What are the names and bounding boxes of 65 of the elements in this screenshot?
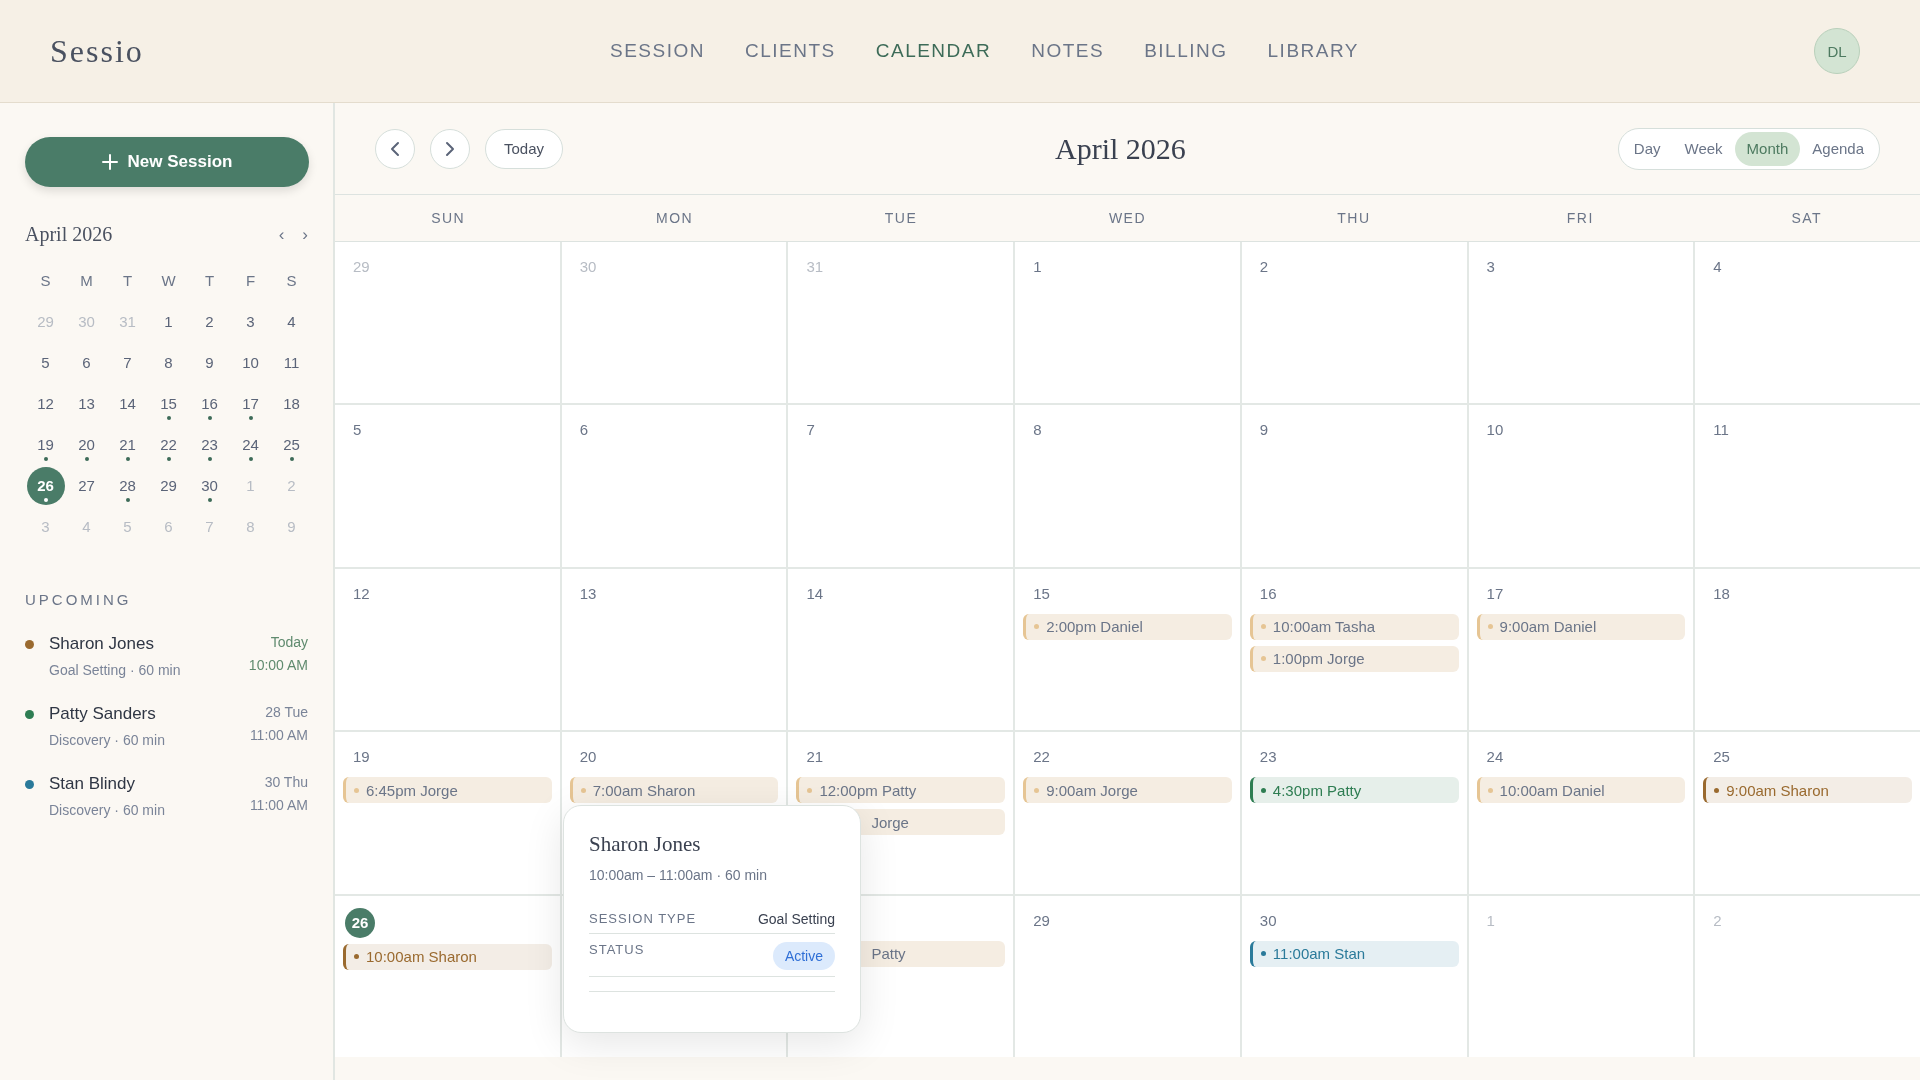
app-logo: Sessio <box>50 32 145 70</box>
day-number: 6 <box>579 421 589 439</box>
weekday-header: TUE <box>883 209 919 228</box>
day-number: 31 <box>806 258 824 275</box>
day-number: 1 <box>1486 911 1495 929</box>
popover-title: Sharon Jones <box>589 832 702 857</box>
weekday-header: WED <box>1107 209 1148 228</box>
month-title: April 2026 <box>1054 131 1187 166</box>
day-number: 2 <box>1713 911 1722 929</box>
day-number: 30 <box>1259 911 1277 929</box>
mini-calendar-title: April 2026 <box>25 223 114 246</box>
session-date: 28 Tue <box>265 704 308 720</box>
status-badge: Active <box>772 942 835 970</box>
day-number: 16 <box>1259 584 1277 602</box>
section-heading: UPCOMING <box>25 591 133 608</box>
weekday-label: W <box>160 271 177 291</box>
session-time: 11:00 AM <box>249 727 308 743</box>
session-detail: Discovery · 60 min <box>49 802 166 818</box>
popover-time: 10:00am – 11:00am · 60 min <box>589 867 768 883</box>
weekday-label: S <box>39 271 52 291</box>
weekday-label: M <box>79 271 94 291</box>
weekday-header: FRI <box>1565 209 1595 228</box>
field-label: STATUS <box>589 942 645 957</box>
day-number: 4 <box>1713 258 1722 275</box>
day-number: 20 <box>579 748 597 766</box>
weekday-header: SAT <box>1790 209 1824 228</box>
weekday-header: SUN <box>430 209 467 228</box>
field-label: SESSION TYPE <box>589 911 697 926</box>
session-date: 30 Thu <box>264 774 308 790</box>
day-number: 14 <box>806 584 824 602</box>
day-number: 5 <box>353 421 362 439</box>
weekday-label: S <box>285 271 298 291</box>
day-number: 22 <box>1033 748 1050 766</box>
day-number: 18 <box>1713 584 1730 602</box>
day-number: 17 <box>1486 584 1504 602</box>
day-number: 12 <box>353 584 370 602</box>
weekday-header: THU <box>1336 209 1372 228</box>
day-number: 11 <box>1713 421 1729 439</box>
day-number: 23 <box>1259 748 1277 766</box>
weekday-header: MON <box>655 209 695 228</box>
day-number: 10 <box>1486 421 1504 439</box>
day-number: 9 <box>1259 421 1269 439</box>
day-number: 21 <box>806 748 824 766</box>
session-time: 11:00 AM <box>249 797 308 813</box>
day-number: 19 <box>353 748 370 766</box>
day-number: 15 <box>1033 584 1050 602</box>
day-number: 26 <box>345 907 375 938</box>
day-number: 13 <box>579 584 597 602</box>
day-number: 24 <box>1486 748 1504 766</box>
day-number: 8 <box>1033 421 1042 439</box>
weekday-label: T <box>121 271 134 291</box>
weekday-label: T <box>203 271 216 291</box>
day-number: 29 <box>1033 911 1050 929</box>
day-number: 30 <box>579 258 597 275</box>
day-number: 29 <box>353 258 370 275</box>
session-date: Today <box>270 634 308 650</box>
session-detail: Goal Setting · 60 min <box>49 662 182 678</box>
day-number: 25 <box>1713 748 1730 766</box>
day-number: 7 <box>806 421 815 439</box>
session-time: 10:00 AM <box>248 657 308 673</box>
day-number: 3 <box>1486 258 1495 275</box>
day-number: 1 <box>1033 258 1042 275</box>
day-number: 2 <box>1259 258 1269 275</box>
weekday-label: F <box>244 271 257 291</box>
session-detail: Discovery · 60 min <box>49 732 166 748</box>
